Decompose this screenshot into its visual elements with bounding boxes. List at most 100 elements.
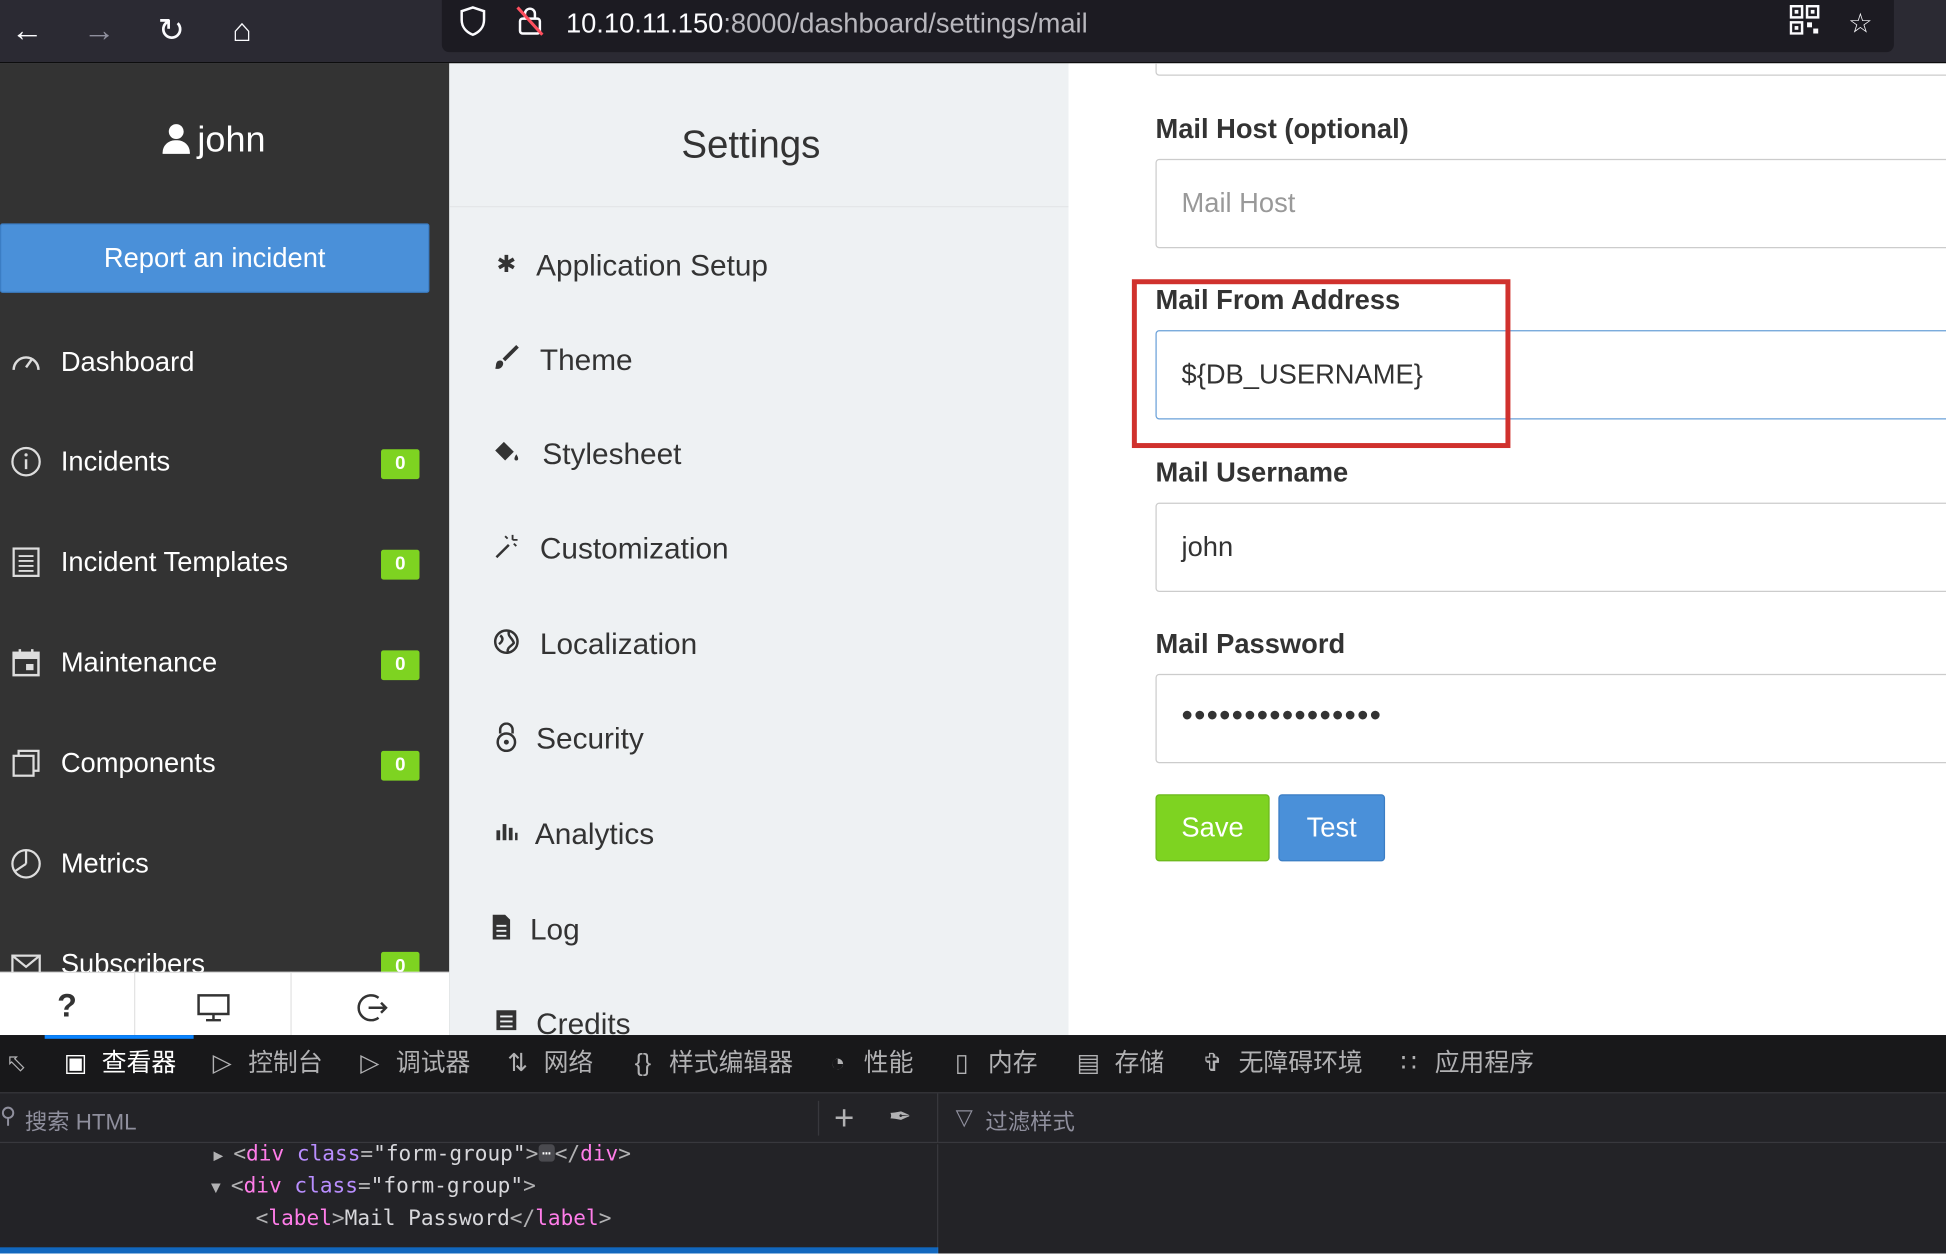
sidebar: john Report an incident Dashboard Incide… (0, 63, 450, 1036)
tab-debugger[interactable]: ▷ 调试器 (354, 1035, 470, 1093)
markup-node[interactable]: ▼ <div class="form-group"> (211, 1170, 536, 1205)
memory-icon: ▯ (955, 1049, 969, 1078)
mail-password-input[interactable]: •••••••••••••••• (1155, 673, 1946, 764)
screen: ← → ↻ ⌂ 10.10.11.150:8000/dashboard/sett… (0, 0, 1946, 1254)
inspector-icon: ▣ (63, 1049, 88, 1078)
globe-icon (491, 628, 521, 660)
network-icon: ⇅ (507, 1049, 528, 1078)
user-icon (162, 124, 190, 154)
help-icon[interactable]: ? (0, 973, 136, 1038)
stacked-squares-icon (10, 747, 42, 779)
tab-console[interactable]: ▷ 控制台 (206, 1035, 323, 1093)
page-title: Settings (681, 122, 821, 167)
monitor-icon[interactable] (135, 973, 292, 1038)
search-icon: ⚲ (0, 1103, 17, 1129)
test-button[interactable]: Test (1278, 794, 1386, 862)
tab-storage[interactable]: ▤ 存储 (1072, 1035, 1164, 1093)
markup-view: ▶ <div class="form-group"> ⋯ </div> ▼ <div c… (0, 1142, 939, 1254)
browser-toolbar: ← → ↻ ⌂ 10.10.11.150:8000/dashboard/sett… (0, 0, 1946, 64)
previous-input-edge[interactable] (1155, 63, 1946, 76)
application-icon: ∷ (1400, 1049, 1417, 1078)
sidebar-item-dashboard[interactable]: Dashboard (0, 326, 449, 400)
mail-username-input[interactable]: john (1155, 502, 1946, 593)
url-text[interactable]: 10.10.11.150:8000/dashboard/settings/mai… (566, 7, 1088, 39)
list-icon (491, 1008, 521, 1035)
forward-arrow-icon[interactable]: → (77, 7, 122, 52)
count-badge: 0 (381, 650, 420, 681)
sidebar-footer: ? (0, 971, 450, 1038)
user-name[interactable]: john (0, 120, 428, 161)
lock-icon (491, 722, 521, 754)
settings-menu: Settings ✱ Application Setup Theme Style… (449, 63, 1069, 1036)
pie-chart-icon (10, 848, 42, 880)
reload-icon[interactable]: ↻ (149, 7, 194, 52)
sidebar-item-incident-templates[interactable]: Incident Templates 0 (0, 526, 449, 600)
insecure-lock-icon[interactable] (511, 5, 548, 42)
divider (817, 1100, 820, 1136)
mail-host-label: Mail Host (optional) (1155, 112, 1409, 144)
mail-settings-form: Mail Host (optional) Mail Host Mail From… (1068, 63, 1946, 1036)
tab-memory[interactable]: ▯ 内存 (946, 1035, 1038, 1093)
tab-accessibility[interactable]: ✞ 无障碍环境 (1196, 1035, 1363, 1093)
save-button[interactable]: Save (1155, 794, 1270, 862)
sidebar-item-maintenance[interactable]: Maintenance 0 (0, 627, 449, 701)
markup-node[interactable]: <label>Mail Password</label> (256, 1203, 612, 1235)
count-badge: 0 (381, 449, 420, 480)
filter-icon: ▽ (955, 1104, 973, 1130)
dashboard-gauge-icon (10, 346, 42, 378)
list-document-icon (10, 546, 42, 578)
settings-item-credits[interactable]: Credits (449, 990, 1068, 1035)
count-badge: 0 (381, 549, 420, 580)
collapsed-ellipsis[interactable]: ⋯ (538, 1144, 555, 1162)
settings-item-application-setup[interactable]: ✱ Application Setup (449, 232, 1068, 302)
sidebar-item-metrics[interactable]: Metrics (0, 828, 449, 902)
storage-icon: ▤ (1076, 1049, 1101, 1078)
qr-code-icon[interactable] (1786, 4, 1823, 42)
bookmark-star-icon[interactable]: ☆ (1842, 5, 1879, 42)
settings-item-customization[interactable]: Customization (449, 515, 1068, 585)
red-highlight-box (1131, 279, 1511, 449)
paint-bucket-icon (491, 438, 521, 470)
info-circle-icon (10, 446, 42, 478)
gear-icon: ✱ (496, 251, 517, 279)
settings-item-analytics[interactable]: Analytics (449, 801, 1068, 871)
html-search-input[interactable]: 搜索 HTML (25, 1105, 137, 1137)
mail-host-input[interactable]: Mail Host (1155, 158, 1946, 249)
element-picker-icon[interactable]: ⬁ (0, 1035, 42, 1093)
eyedropper-icon[interactable]: ✒ (889, 1101, 912, 1133)
settings-header: Settings (449, 63, 1069, 208)
devtools-panel: ⬁ ▣ 查看器 ▷ 控制台 ▷ 调试器 ⇅ 网络 {} 样式编辑器 ◔ 性能 ▯ 内存 ▤ 存储… (0, 1035, 1946, 1254)
tab-style-editor[interactable]: {} 样式编辑器 (627, 1035, 793, 1093)
accessibility-icon: ✞ (1202, 1049, 1223, 1078)
url-bar[interactable]: 10.10.11.150:8000/dashboard/settings/mai… (441, 0, 1894, 53)
styles-filter-input[interactable]: 过滤样式 (985, 1105, 1074, 1137)
back-arrow-icon[interactable]: ← (5, 7, 50, 52)
tab-network[interactable]: ⇅ 网络 (501, 1035, 593, 1093)
markup-node[interactable]: ▶ <div class="form-group"> ⋯ </div> (213, 1138, 631, 1173)
html-search-bar[interactable]: ⚲ 搜索 HTML + ✒ (0, 1093, 939, 1144)
settings-item-log[interactable]: Log (449, 896, 1068, 966)
sidebar-item-incidents[interactable]: Incidents 0 (0, 426, 449, 500)
mail-username-label: Mail Username (1155, 456, 1349, 488)
styles-filter-bar[interactable]: ▽ 过滤样式 (938, 1093, 1946, 1144)
devtools-tabbar: ⬁ ▣ 查看器 ▷ 控制台 ▷ 调试器 ⇅ 网络 {} 样式编辑器 ◔ 性能 ▯ 内存 ▤ 存储… (0, 1035, 1946, 1094)
tab-performance[interactable]: ◔ 性能 (822, 1035, 913, 1093)
shield-icon[interactable] (454, 5, 491, 42)
sidebar-item-components[interactable]: Components 0 (0, 727, 449, 801)
settings-item-security[interactable]: Security (449, 705, 1068, 775)
calendar-icon (10, 647, 42, 679)
logout-icon[interactable] (292, 973, 450, 1038)
settings-item-theme[interactable]: Theme (449, 326, 1068, 396)
add-node-icon[interactable]: + (834, 1098, 854, 1138)
settings-item-localization[interactable]: Localization (449, 611, 1068, 681)
bar-chart-icon (491, 818, 521, 850)
style-editor-icon: {} (634, 1049, 652, 1078)
tab-inspector[interactable]: ▣ 查看器 (60, 1035, 176, 1093)
performance-icon: ◔ (830, 1049, 846, 1078)
console-icon: ▷ (212, 1049, 232, 1078)
settings-item-stylesheet[interactable]: Stylesheet (449, 421, 1068, 491)
home-icon[interactable]: ⌂ (220, 7, 265, 52)
report-incident-button[interactable]: Report an incident (0, 223, 430, 293)
mail-password-label: Mail Password (1155, 627, 1346, 660)
tab-application[interactable]: ∷ 应用程序 (1393, 1035, 1534, 1093)
